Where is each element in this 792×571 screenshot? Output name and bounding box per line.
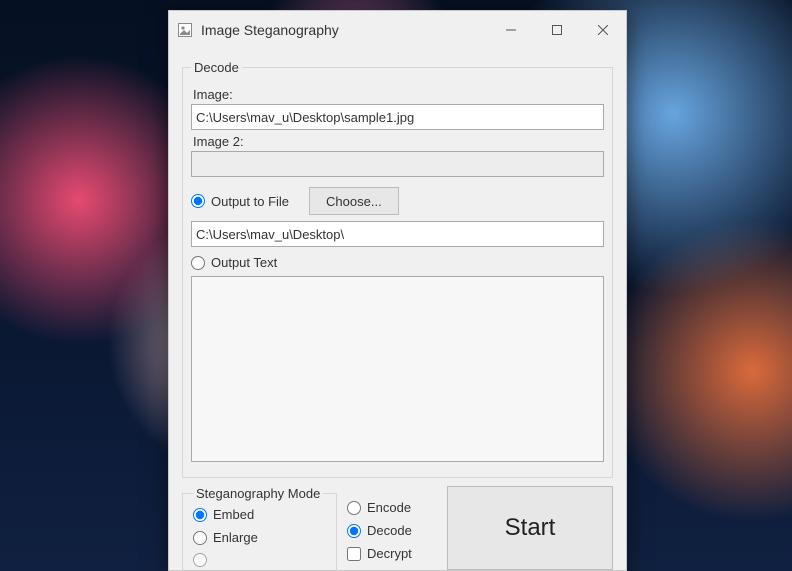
image-label: Image: — [193, 87, 604, 102]
decode-group: Decode Image: Image 2: Output to File Ch… — [182, 60, 613, 478]
app-icon — [177, 22, 193, 38]
bottom-row: Steganography Mode Embed Enlarge — [182, 486, 613, 571]
output-to-file-radio-input[interactable] — [191, 194, 205, 208]
client-area: Decode Image: Image 2: Output to File Ch… — [169, 50, 626, 571]
output-text-radio-input[interactable] — [191, 256, 205, 270]
decode-radio-input[interactable] — [347, 524, 361, 538]
mode-legend: Steganography Mode — [193, 486, 323, 501]
output-text-area[interactable] — [191, 276, 604, 462]
output-text-label: Output Text — [211, 255, 277, 270]
minimize-button[interactable] — [488, 11, 534, 49]
decode-radio[interactable]: Decode — [347, 523, 437, 538]
mode-embed-radio[interactable]: Embed — [193, 507, 326, 522]
encode-radio[interactable]: Encode — [347, 500, 437, 515]
decode-legend: Decode — [191, 60, 242, 75]
mode-enlarge-radio-input[interactable] — [193, 531, 207, 545]
output-path-input[interactable] — [191, 221, 604, 247]
encode-label: Encode — [367, 500, 411, 515]
app-window: Image Steganography Decode Image: Image … — [168, 10, 627, 571]
decode-label: Decode — [367, 523, 412, 538]
output-text-radio[interactable]: Output Text — [191, 255, 277, 270]
image2-path-input[interactable] — [191, 151, 604, 177]
choose-button[interactable]: Choose... — [309, 187, 399, 215]
close-button[interactable] — [580, 11, 626, 49]
mode-enlarge-label: Enlarge — [213, 530, 258, 545]
window-title: Image Steganography — [201, 22, 339, 38]
encode-radio-input[interactable] — [347, 501, 361, 515]
mode-third-radio[interactable] — [193, 553, 326, 567]
mode-third-radio-input[interactable] — [193, 553, 207, 567]
output-to-file-radio[interactable]: Output to File — [191, 194, 289, 209]
mode-enlarge-radio[interactable]: Enlarge — [193, 530, 326, 545]
mode-embed-label: Embed — [213, 507, 254, 522]
titlebar[interactable]: Image Steganography — [169, 11, 626, 50]
output-to-file-label: Output to File — [211, 194, 289, 209]
maximize-button[interactable] — [534, 11, 580, 49]
start-button[interactable]: Start — [447, 486, 613, 570]
image-path-input[interactable] — [191, 104, 604, 130]
mode-group: Steganography Mode Embed Enlarge — [182, 486, 337, 571]
desktop-wallpaper: Image Steganography Decode Image: Image … — [0, 0, 792, 571]
image2-label: Image 2: — [193, 134, 604, 149]
mode-embed-radio-input[interactable] — [193, 508, 207, 522]
decrypt-check-input[interactable] — [347, 547, 361, 561]
decrypt-label: Decrypt — [367, 546, 412, 561]
decrypt-check[interactable]: Decrypt — [347, 546, 437, 561]
encode-decode-column: Encode Decode Decrypt — [347, 486, 437, 561]
